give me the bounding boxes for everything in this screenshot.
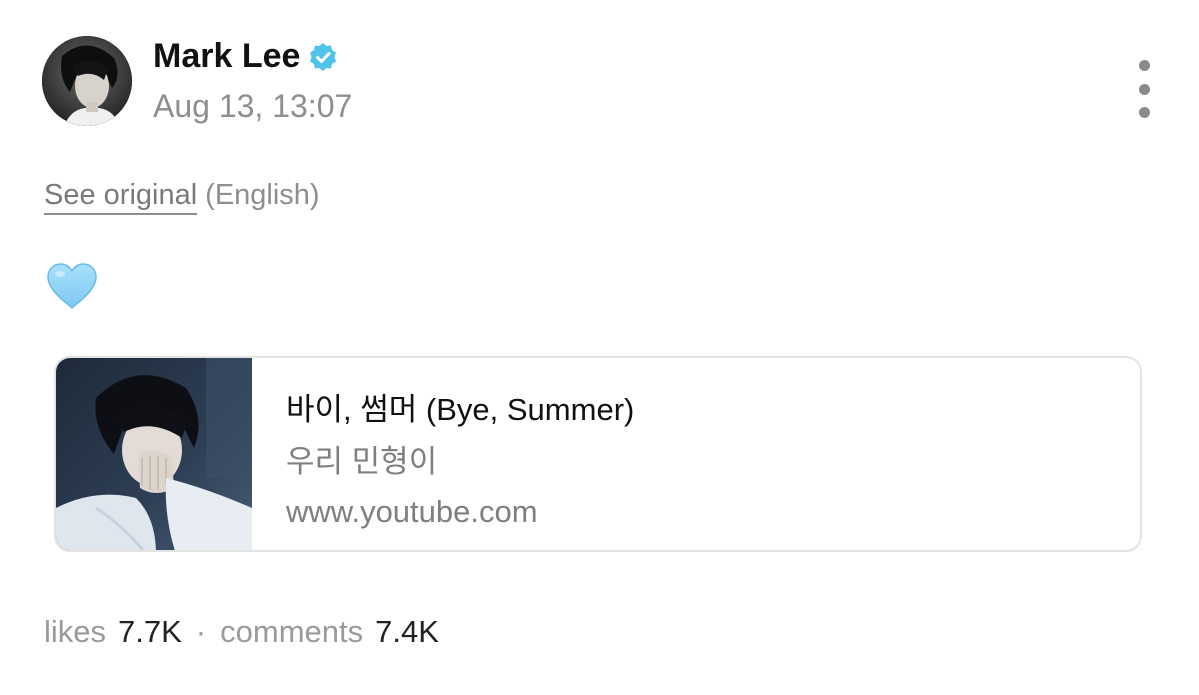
comments-stat[interactable]: comments 7.4K	[220, 612, 439, 652]
more-dot-icon	[1138, 83, 1150, 95]
original-language-label: (English)	[205, 179, 320, 211]
link-thumbnail	[56, 358, 252, 550]
comments-count: 7.4K	[375, 614, 439, 649]
post-stats: likes 7.7K · comments 7.4K	[44, 612, 439, 652]
stats-separator: ·	[195, 614, 207, 649]
avatar-image	[42, 36, 132, 126]
comments-label: comments	[220, 614, 364, 649]
likes-label: likes	[44, 614, 107, 649]
avatar[interactable]	[42, 36, 132, 126]
post-timestamp: Aug 13, 13:07	[153, 88, 353, 124]
link-title: 바이, 썸머 (Bye, Summer)	[286, 392, 635, 427]
verified-badge-icon	[308, 41, 338, 71]
likes-count: 7.7K	[118, 614, 182, 649]
translation-row: See original (English)	[44, 175, 320, 215]
see-original-link[interactable]: See original	[44, 179, 198, 215]
link-subtitle: 우리 민형이	[286, 444, 438, 479]
author-name-row: Mark Lee	[153, 36, 338, 76]
author-name[interactable]: Mark Lee	[153, 36, 300, 76]
link-preview-card[interactable]: 바이, 썸머 (Bye, Summer) 우리 민형이 www.youtube.…	[54, 356, 1142, 552]
more-dot-icon	[1138, 60, 1150, 71]
likes-stat[interactable]: likes 7.7K	[44, 612, 182, 652]
more-options-button[interactable]	[1128, 60, 1160, 118]
more-dot-icon	[1138, 107, 1150, 118]
light-blue-heart-icon	[46, 262, 98, 310]
link-domain: www.youtube.com	[286, 494, 538, 529]
